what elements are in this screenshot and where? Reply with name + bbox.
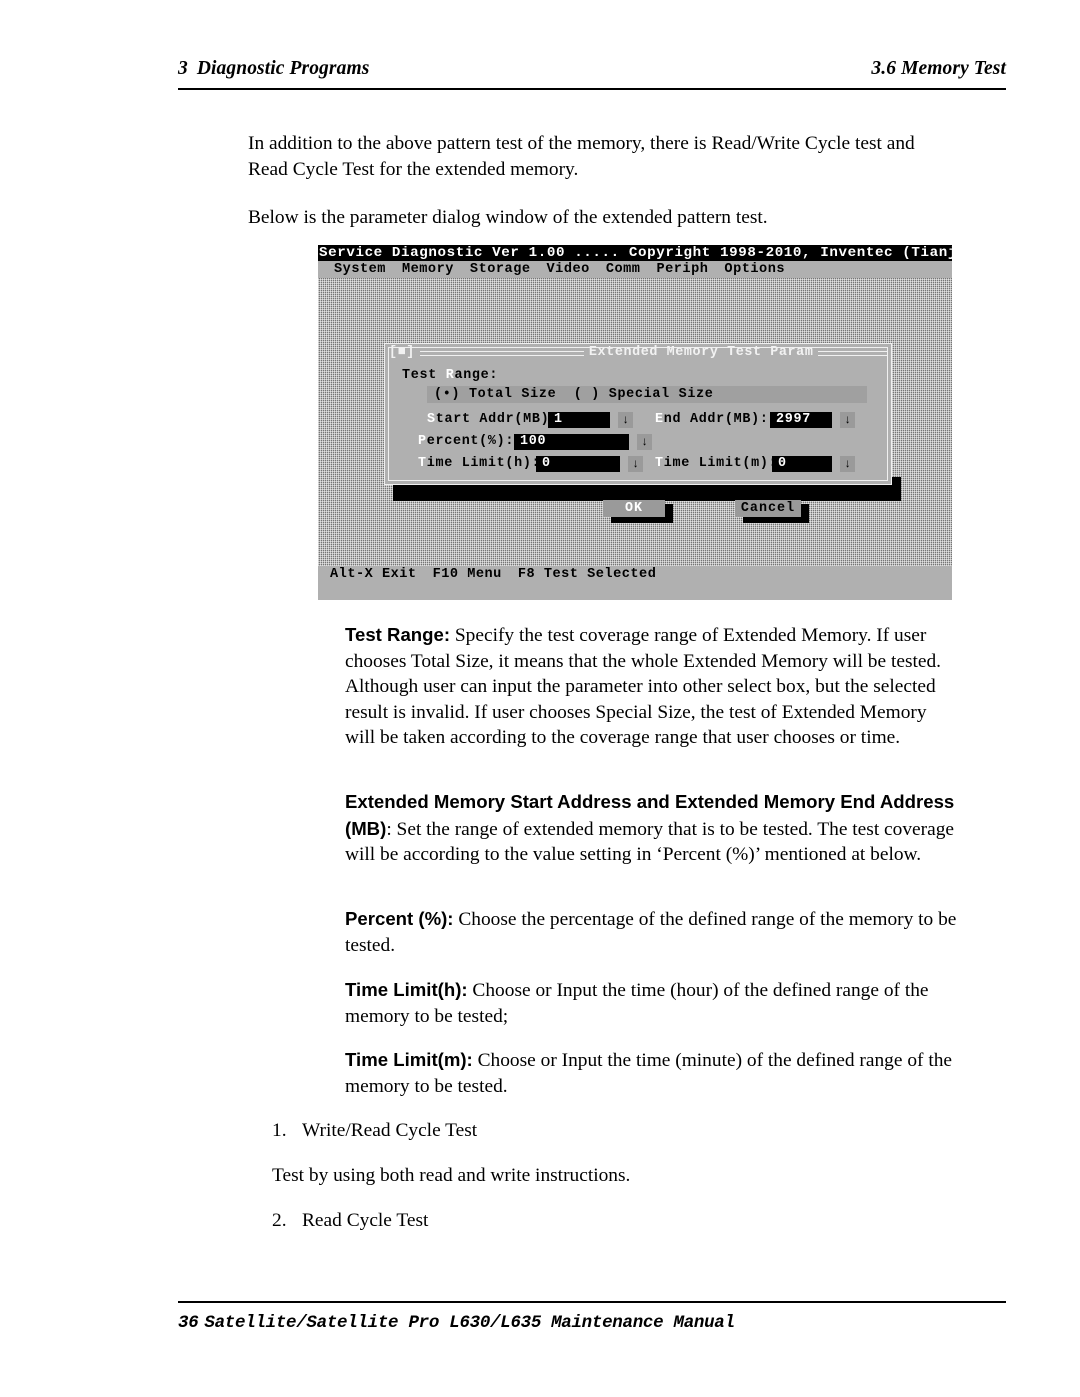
- percent-input[interactable]: 100: [514, 434, 629, 450]
- running-header: 3 Diagnostic Programs 3.6 Memory Test: [178, 58, 1006, 80]
- time-limit-minutes-hotkey: T: [655, 456, 664, 471]
- paragraph-time-limit-hours-lead: Time Limit(h):: [345, 979, 468, 1000]
- percent-hotkey: P: [418, 434, 427, 449]
- time-limit-minutes-input[interactable]: 0: [772, 456, 832, 472]
- menu-item-memory[interactable]: Memory: [402, 261, 454, 278]
- test-range-radio-group[interactable]: (•) Total Size ( ) Special Size: [427, 386, 867, 403]
- time-limit-hours-dropdown-arrow-icon[interactable]: ↓: [628, 456, 643, 472]
- list-item-label: Write/Read Cycle Test: [302, 1120, 478, 1141]
- test-range-label-est: est: [410, 368, 446, 383]
- dialog-title-row: [■] Extended Memory Test Param: [385, 345, 893, 361]
- list-note: Test by using both read and write instru…: [272, 1165, 631, 1186]
- dos-screenshot-figure: Service Diagnostic Ver 1.00 ..... Copyri…: [318, 245, 952, 600]
- paragraph-intro-1: In addition to the above pattern test of…: [248, 133, 915, 180]
- time-limit-minutes-label-rest: ime Limit(m):: [663, 456, 778, 471]
- start-addr-hotkey: S: [427, 412, 436, 427]
- time-limit-hours-input[interactable]: 0: [536, 456, 620, 472]
- time-limit-hours-label-rest: ime Limit(h):: [426, 456, 541, 471]
- footer-manual-subtitle: Maintenance Manual: [551, 1313, 735, 1333]
- menu-item-storage[interactable]: Storage: [470, 261, 531, 278]
- test-range-label-t: T: [402, 368, 411, 383]
- header-chapter-number: 3: [178, 58, 188, 79]
- start-addr-dropdown-arrow-icon[interactable]: ↓: [618, 412, 633, 428]
- end-addr-hotkey: E: [655, 412, 664, 427]
- end-addr-dropdown-arrow-icon[interactable]: ↓: [840, 412, 855, 428]
- start-addr-label-rest: tart Addr(MB):: [435, 412, 559, 427]
- dos-status-bar: Alt-X Exit F10 Menu F8 Test Selected: [318, 566, 952, 584]
- time-limit-hours-label: Time Limit(h):: [418, 456, 540, 472]
- extended-memory-test-param-dialog: [■] Extended Memory Test Param Test Rang…: [384, 343, 893, 523]
- cancel-button-shadow: [743, 517, 809, 523]
- paragraph-test-range-lead: Test Range:: [345, 624, 451, 645]
- paragraph-percent: Percent (%): Choose the percentage of th…: [345, 906, 957, 958]
- list-item-index: 2.: [272, 1210, 287, 1231]
- menu-item-video[interactable]: Video: [547, 261, 590, 278]
- paragraph-time-limit-minutes-lead: Time Limit(m):: [345, 1049, 473, 1070]
- ok-button-shadow: [611, 517, 673, 523]
- paragraph-test-range: Test Range: Specify the test coverage ra…: [345, 622, 957, 751]
- header-chapter: 3 Diagnostic Programs: [178, 58, 369, 80]
- header-chapter-title: Diagnostic Programs: [196, 58, 370, 79]
- status-f8-test-selected[interactable]: F8 Test Selected: [518, 566, 657, 584]
- time-limit-minutes-label: Time Limit(m):: [655, 456, 777, 472]
- percent-dropdown-arrow-icon[interactable]: ↓: [637, 434, 652, 450]
- cancel-button-shadow-side: [801, 504, 809, 517]
- end-addr-input[interactable]: 2997: [770, 412, 832, 428]
- ok-button-shadow-side: [665, 504, 673, 517]
- status-alt-x-exit[interactable]: Alt-X Exit: [330, 566, 417, 584]
- end-addr-label-rest: nd Addr(MB):: [663, 412, 769, 427]
- time-limit-hours-hotkey: T: [418, 456, 427, 471]
- test-range-label-ange: ange:: [454, 368, 499, 383]
- dialog-title: Extended Memory Test Param: [588, 345, 814, 360]
- percent-label: Percent(%):: [418, 434, 514, 450]
- test-range-group-label: Test Range:: [402, 368, 498, 384]
- menu-item-comm[interactable]: Comm: [606, 261, 641, 278]
- list-item: 1. Write/Read Cycle Test: [272, 1118, 962, 1144]
- paragraph-time-limit-minutes: Time Limit(m): Choose or Input the time …: [345, 1047, 957, 1099]
- document-page: 3 Diagnostic Programs 3.6 Memory Test In …: [0, 0, 1080, 1397]
- footer-manual-title: Satellite/Satellite Pro L630/L635: [204, 1313, 542, 1333]
- dialog-rule-right: [818, 350, 887, 356]
- dialog-rule-left: [419, 350, 584, 356]
- menu-item-system[interactable]: System: [334, 261, 386, 278]
- ok-button[interactable]: OK: [603, 500, 665, 517]
- percent-label-rest: ercent(%):: [426, 434, 515, 449]
- start-addr-label: Start Addr(MB):: [427, 412, 558, 428]
- paragraph-start-end-address: Extended Memory Start Address and Extend…: [345, 789, 957, 868]
- list-item-label: Read Cycle Test: [302, 1210, 429, 1231]
- header-divider: [178, 88, 1006, 90]
- menu-item-periph[interactable]: Periph: [656, 261, 708, 278]
- list-item-index: 1.: [272, 1120, 287, 1141]
- page-footer: 36 Satellite/Satellite Pro L630/L635 Maint…: [178, 1313, 735, 1333]
- dos-desktop-background: [■] Extended Memory Test Param Test Rang…: [318, 278, 952, 566]
- start-addr-input[interactable]: 1: [548, 412, 610, 428]
- list-item: 2. Read Cycle Test: [272, 1208, 962, 1234]
- paragraph-time-limit-hours: Time Limit(h): Choose or Input the time …: [345, 977, 957, 1029]
- dos-menu-bar: System Memory Storage Video Comm Periph Option…: [318, 261, 952, 278]
- footer-divider: [178, 1301, 1006, 1303]
- footer-page-number: 36: [178, 1313, 199, 1333]
- paragraph-start-end-address-text: : Set the range of extended memory that …: [345, 818, 955, 866]
- header-section: 3.6 Memory Test: [871, 58, 1006, 79]
- cancel-button[interactable]: Cancel: [735, 500, 801, 517]
- menu-item-options[interactable]: Options: [724, 261, 785, 278]
- close-icon[interactable]: [■]: [389, 345, 415, 361]
- dos-bottom-filler: [318, 584, 952, 600]
- dos-title-bar: Service Diagnostic Ver 1.00 ..... Copyri…: [318, 245, 952, 261]
- paragraph-percent-lead: Percent (%):: [345, 908, 454, 929]
- end-addr-label: End Addr(MB):: [655, 412, 769, 428]
- paragraph-intro-2: Below is the parameter dialog window of …: [248, 207, 768, 228]
- time-limit-minutes-dropdown-arrow-icon[interactable]: ↓: [840, 456, 855, 472]
- status-f10-menu[interactable]: F10 Menu: [433, 566, 502, 584]
